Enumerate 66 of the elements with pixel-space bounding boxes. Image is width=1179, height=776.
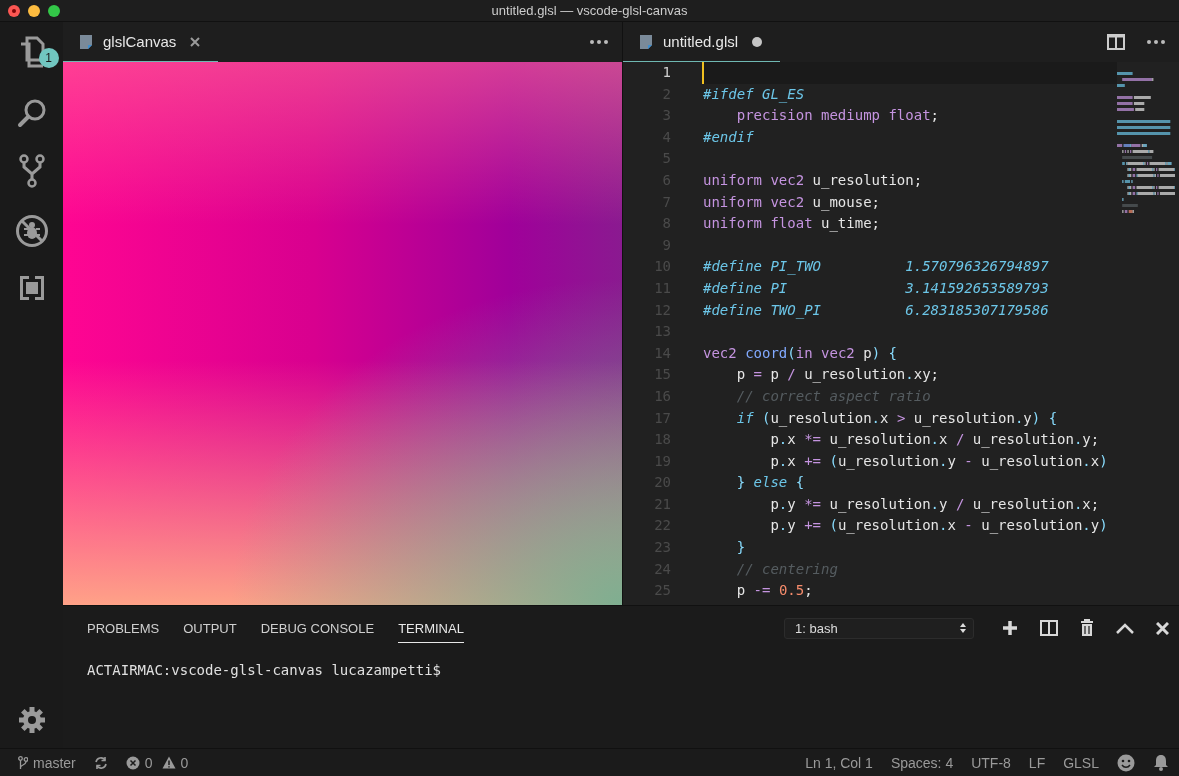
code-line: p.y *= u_resolution.y / u_resolution.x; [769, 494, 1101, 515]
close-icon[interactable] [190, 36, 201, 47]
unsaved-dot-icon[interactable] [752, 36, 763, 47]
code-line: vec2 coord(in vec2 p) { [703, 343, 898, 363]
notification-badge: 1 [38, 48, 59, 68]
status-item[interactable]: GLSL [1063, 754, 1099, 771]
code-line: } else { [735, 473, 806, 493]
code-line: p.y += (u_resolution.x - u_resolution.y) [769, 516, 1109, 536]
code-line: if (u_resolution.x > u_resolution.y) { [735, 408, 1059, 429]
status-item[interactable]: UTF-8 [971, 754, 1011, 771]
code-line: p.x += (u_resolution.y - u_resolution.x) [769, 451, 1109, 472]
sync-icon[interactable] [93, 755, 108, 770]
error-icon [125, 755, 140, 770]
more-icon[interactable] [1147, 40, 1165, 44]
status-item[interactable]: Ln 1, Col 1 [805, 754, 873, 771]
branch-icon [18, 755, 28, 770]
debug-icon[interactable] [14, 214, 49, 248]
search-icon[interactable] [16, 98, 47, 128]
code-line: #define PI 3.141592653589793 [703, 278, 1050, 298]
status-item[interactable]: Spaces: 4 [890, 754, 954, 771]
line-number: 1 [661, 63, 671, 82]
file-icon [79, 33, 93, 50]
code-line: #define TWO_PI 6.283185307179586 [703, 300, 1050, 321]
plus-icon[interactable] [1002, 620, 1018, 636]
bell-icon[interactable] [1153, 754, 1169, 771]
maximize-window-button[interactable] [48, 4, 60, 17]
code-line: p = p / u_resolution.xy; [735, 365, 941, 385]
tab-label: glslCanvas [103, 33, 177, 50]
settings-icon[interactable] [17, 706, 46, 734]
code-line: #endif [703, 127, 755, 147]
status-item[interactable]: LF [1028, 754, 1046, 771]
warning-icon [161, 756, 176, 769]
smiley-icon[interactable] [1117, 753, 1135, 772]
updown-caret-icon [959, 622, 967, 634]
code-line: // correct aspect ratio [735, 386, 932, 406]
split-terminal-icon[interactable] [1040, 620, 1058, 636]
branch-name[interactable]: master [33, 754, 76, 771]
code-line: p -= 0.5; [735, 581, 814, 601]
code-line: #ifdef GL_ES [703, 84, 806, 105]
code-line: precision mediump float; [735, 106, 940, 126]
code-line: #define PI_TWO 1.570796326794897 [703, 257, 1050, 277]
panel-tab[interactable]: PROBLEMS [87, 613, 160, 643]
code-line: uniform float u_time; [703, 214, 882, 234]
source-control-icon[interactable] [18, 154, 45, 188]
terminal-prompt: ACTAIRMAC:vscode-glsl-canvas lucazampetti$ [87, 662, 441, 678]
panel-tab[interactable]: TERMINAL [398, 613, 464, 643]
minimize-window-button[interactable] [28, 4, 40, 17]
code-line: uniform vec2 u_mouse; [703, 192, 881, 213]
code-line: // centering [735, 559, 839, 579]
tab-label: untitled.glsl [663, 33, 739, 50]
split-editor-icon[interactable] [1107, 34, 1125, 50]
error-count[interactable]: 0 [144, 754, 153, 771]
chevron-up-icon[interactable] [1116, 622, 1134, 634]
code-line: } [735, 538, 747, 558]
panel-tab[interactable]: OUTPUT [183, 613, 237, 643]
terminal-dropdown[interactable]: 1: bash [784, 617, 974, 639]
code-line: uniform vec2 u_resolution; [703, 170, 924, 191]
trash-icon[interactable] [1080, 619, 1094, 637]
warning-count[interactable]: 0 [180, 754, 189, 771]
code-line: p.x *= u_resolution.x / u_resolution.y; [769, 430, 1101, 450]
extensions-icon[interactable] [17, 274, 46, 302]
more-icon[interactable] [590, 40, 608, 44]
window-title: untitled.glsl — vscode-glsl-canvas [491, 3, 688, 18]
close-window-button[interactable] [8, 4, 20, 17]
panel-tab[interactable]: DEBUG CONSOLE [260, 613, 375, 643]
file-icon [639, 33, 653, 50]
